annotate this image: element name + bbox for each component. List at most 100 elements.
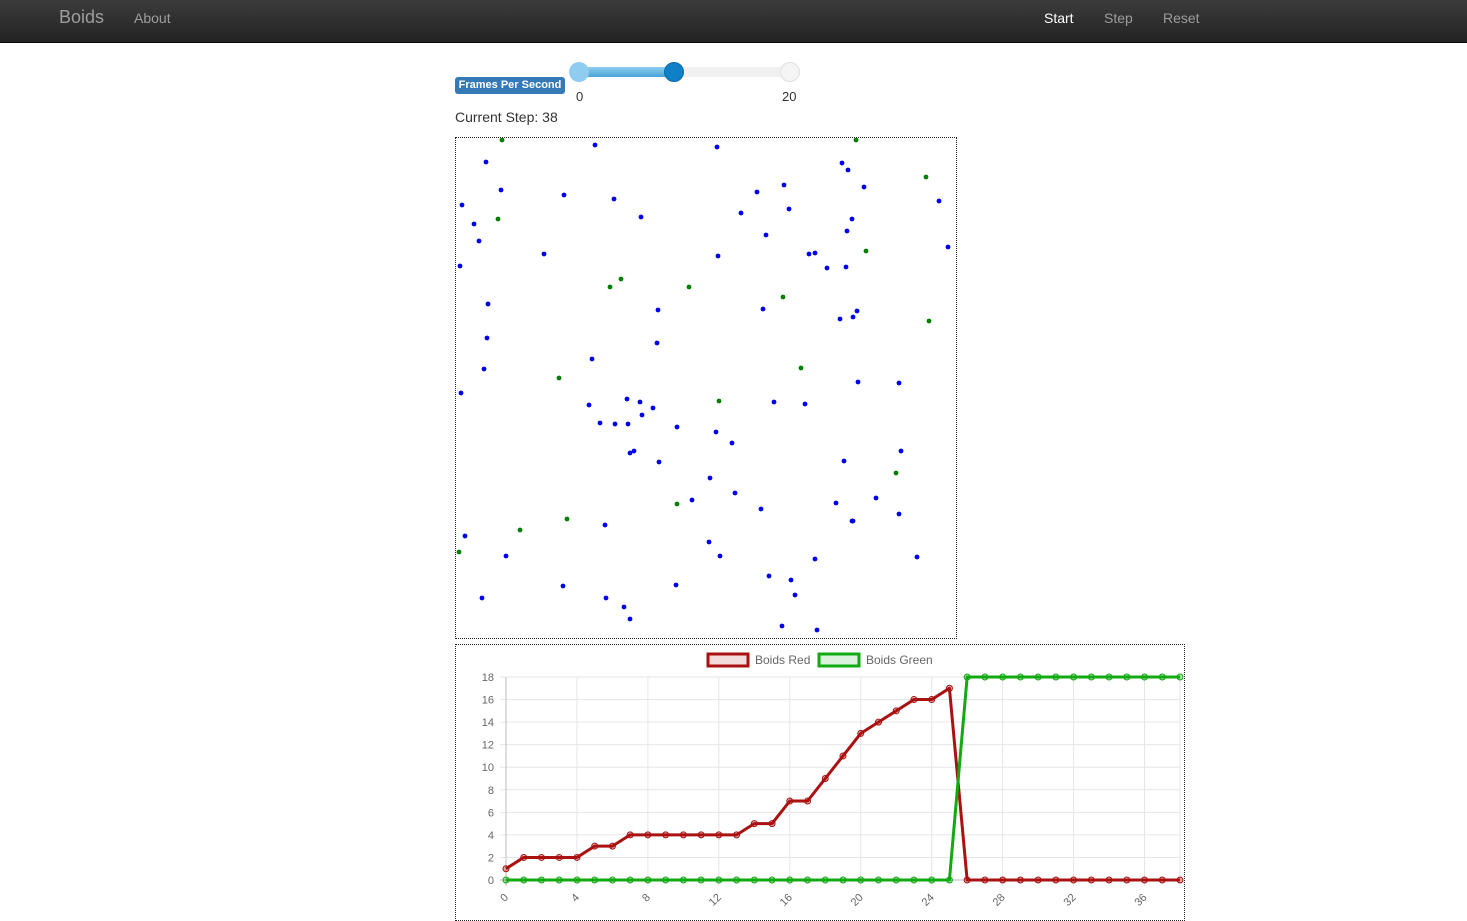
boids-red-point (555, 853, 563, 861)
boids-red-point (608, 842, 616, 850)
blue-boid (873, 495, 879, 501)
green-boid (863, 248, 869, 254)
boids-green-point (999, 673, 1007, 681)
blue-boid (850, 314, 856, 320)
boids-red-point (662, 831, 670, 839)
fps-slider-max-handle[interactable] (780, 62, 800, 82)
y-tick-label: 16 (482, 695, 494, 707)
current-step-row: Current Step: 38 (455, 109, 558, 125)
boids-green-point (697, 876, 705, 884)
boids-green-point (1158, 673, 1166, 681)
green-boid (780, 294, 786, 300)
boids-green-point (910, 876, 918, 884)
green-boid (456, 549, 462, 555)
blue-boid (788, 577, 794, 583)
blue-boid (936, 198, 942, 204)
boids-green-point (573, 876, 581, 884)
x-tick-label: 24 (920, 892, 937, 909)
boids-red-legend-label[interactable]: Boids Red (755, 653, 810, 667)
green-boid (517, 527, 523, 533)
blue-boid (849, 216, 855, 222)
fps-slider-handle[interactable] (663, 62, 684, 82)
current-step-label: Current Step: (455, 109, 543, 125)
blue-boid (837, 316, 843, 322)
boids-red-point (644, 831, 652, 839)
blue-boid (766, 573, 772, 579)
boids-green-point (502, 876, 510, 884)
blue-boid (624, 396, 630, 402)
green-boid (893, 470, 899, 476)
nav-about-link[interactable]: About (134, 10, 171, 26)
blue-boid (771, 399, 777, 405)
blue-boid (945, 244, 951, 250)
boids-red-point (626, 831, 634, 839)
boids-green-point (928, 876, 936, 884)
blue-boid (479, 595, 485, 601)
blue-boid (896, 380, 902, 386)
boids-green-legend-swatch[interactable] (817, 652, 861, 668)
blue-boid (476, 238, 482, 244)
boids-red-point (857, 729, 865, 737)
blue-boid (627, 616, 633, 622)
green-boid (564, 516, 570, 522)
reset-button[interactable]: Reset (1163, 10, 1200, 26)
fps-slider-max-label: 20 (782, 89, 797, 104)
green-boid (607, 284, 613, 290)
current-step-value: 38 (542, 109, 558, 125)
green-boid (618, 276, 624, 282)
boids-red-point (839, 752, 847, 760)
blue-boid (781, 182, 787, 188)
brand-link[interactable]: Boids (59, 7, 104, 28)
boids-red-legend-swatch[interactable] (706, 652, 750, 668)
boids-green-point (1141, 673, 1149, 681)
blue-boid (707, 475, 713, 481)
boids-red-point (697, 831, 705, 839)
boids-red-point (945, 684, 953, 692)
blue-boid (673, 582, 679, 588)
boids-green-point (537, 876, 545, 884)
blue-boid (561, 192, 567, 198)
boids-red-point (874, 718, 882, 726)
blue-boid (637, 399, 643, 405)
blue-boid (850, 518, 856, 524)
blue-boid (654, 340, 660, 346)
y-tick-label: 12 (482, 740, 494, 752)
fps-slider-track[interactable] (579, 67, 790, 77)
boids-chart-svg: 0246810121416180 4 8 12 16 20 24 28 32 36Boids Re… (482, 652, 1184, 909)
blue-boid (655, 307, 661, 313)
boids-green-point (768, 876, 776, 884)
blue-boid (839, 160, 845, 166)
green-boid (926, 318, 932, 324)
blue-boid (717, 553, 723, 559)
boids-green-point (679, 876, 687, 884)
blue-boid (843, 264, 849, 270)
green-boid (495, 216, 501, 222)
blue-boid (656, 459, 662, 465)
blue-boid (485, 301, 491, 307)
boids-green-point (892, 876, 900, 884)
green-boid (686, 284, 692, 290)
y-tick-label: 18 (482, 672, 494, 684)
boids-green-point (874, 876, 882, 884)
green-boid (716, 398, 722, 404)
fps-slider-min-label: 0 (576, 89, 584, 104)
boids-green-line (506, 675, 1180, 882)
x-tick-label: 20 (849, 892, 866, 909)
blue-boid (650, 405, 656, 411)
green-boid (499, 137, 505, 143)
blue-boid (914, 554, 920, 560)
boids-green-legend-label[interactable]: Boids Green (866, 653, 933, 667)
top-navbar: Boids About Start Step Reset (0, 0, 1467, 43)
fps-slider-min-handle[interactable] (569, 62, 589, 82)
start-button[interactable]: Start (1044, 10, 1074, 26)
boids-green-point (608, 876, 616, 884)
x-tick-label: 8 (640, 892, 653, 905)
blue-boid (625, 421, 631, 427)
step-button[interactable]: Step (1104, 10, 1133, 26)
blue-boid (855, 379, 861, 385)
blue-boid (589, 356, 595, 362)
green-boid (798, 365, 804, 371)
blue-boid (560, 583, 566, 589)
boids-red-point (1016, 876, 1024, 884)
blue-boid (597, 420, 603, 426)
